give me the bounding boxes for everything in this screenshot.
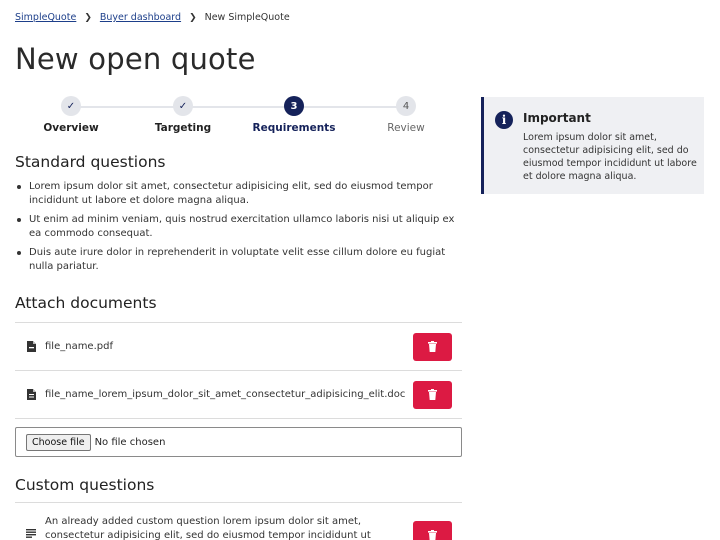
pdf-file-icon [17, 341, 45, 352]
attached-file-row: file_name_lorem_ipsum_dolor_sit_amet_con… [15, 370, 462, 418]
text-lines-icon [17, 529, 45, 538]
trash-icon [428, 341, 437, 352]
notice-text: Lorem ipsum dolor sit amet, consectetur … [523, 132, 697, 182]
delete-question-button[interactable] [413, 521, 452, 540]
breadcrumb-link-dashboard[interactable]: Buyer dashboard [100, 12, 181, 23]
step-review[interactable]: 4 Review [350, 96, 462, 134]
step-overview[interactable]: ✓ Overview [15, 96, 127, 134]
attach-documents-heading: Attach documents [15, 294, 157, 312]
step-label: Review [387, 122, 425, 134]
info-icon: i [495, 111, 513, 129]
document-file-icon [17, 389, 45, 400]
step-number: 4 [396, 96, 416, 116]
checkmark-icon: ✓ [173, 96, 193, 116]
breadcrumb-link-home[interactable]: SimpleQuote [15, 12, 76, 23]
checkmark-icon: ✓ [61, 96, 81, 116]
file-upload-input[interactable]: Choose file No file chosen [15, 427, 462, 457]
attached-file-row: file_name.pdf [15, 322, 462, 370]
breadcrumb: SimpleQuote ❯ Buyer dashboard ❯ New Simp… [15, 12, 290, 23]
trash-icon [428, 389, 437, 400]
custom-questions-heading: Custom questions [15, 476, 155, 494]
delete-file-button[interactable] [413, 332, 452, 361]
file-name: file_name_lorem_ipsum_dolor_sit_amet_con… [45, 389, 406, 400]
delete-file-button[interactable] [413, 380, 452, 409]
progress-stepper: ✓ Overview ✓ Targeting 3 Requirements 4 … [15, 96, 465, 138]
step-number: 3 [284, 96, 304, 116]
step-label: Targeting [154, 122, 212, 134]
standard-questions-heading: Standard questions [15, 153, 166, 171]
step-label: Requirements [252, 122, 336, 134]
notice-title: Important [523, 111, 591, 125]
standard-questions-list: Lorem ipsum dolor sit amet, consectetur … [15, 180, 465, 279]
chevron-right-icon: ❯ [84, 12, 92, 23]
divider [15, 418, 462, 419]
choose-file-button[interactable]: Choose file [26, 433, 91, 451]
list-item: Ut enim ad minim veniam, quis nostrud ex… [15, 213, 465, 241]
breadcrumb-current: New SimpleQuote [204, 12, 290, 23]
chevron-right-icon: ❯ [189, 12, 197, 23]
custom-question-text: An already added custom question lorem i… [45, 516, 371, 540]
trash-icon [428, 529, 437, 540]
step-label: Overview [43, 122, 99, 134]
important-notice: i Important Lorem ipsum dolor sit amet, … [481, 97, 704, 194]
file-status-text: No file chosen [94, 436, 166, 448]
custom-question-row: An already added custom question lorem i… [15, 502, 462, 540]
step-requirements[interactable]: 3 Requirements [238, 96, 350, 134]
page-title: New open quote [15, 42, 256, 76]
step-targeting[interactable]: ✓ Targeting [127, 96, 239, 134]
file-name: file_name.pdf [45, 341, 113, 352]
list-item: Lorem ipsum dolor sit amet, consectetur … [15, 180, 465, 208]
list-item: Duis aute irure dolor in reprehenderit i… [15, 246, 465, 274]
